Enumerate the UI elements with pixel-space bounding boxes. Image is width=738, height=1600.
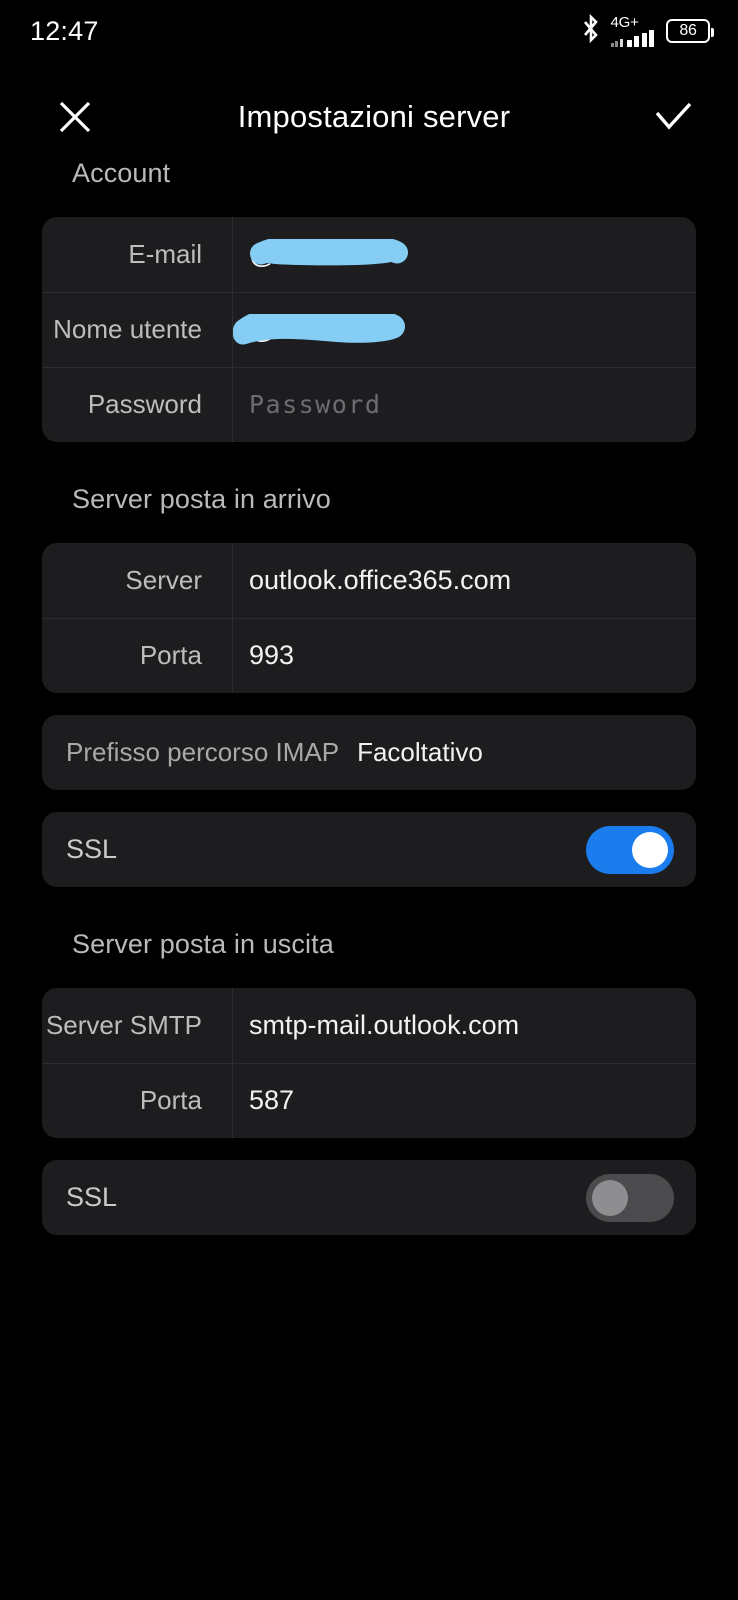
outgoing-server-card: Server SMTP smtp-mail.outlook.com Porta … [42, 988, 696, 1138]
row-label-smtp-server: Server SMTP [42, 1010, 232, 1041]
account-card: E-mail @live.it Nome utente [42, 217, 696, 442]
imap-prefix-card[interactable]: Prefisso percorso IMAP Facoltativo [42, 715, 696, 790]
row-value-username[interactable]: @live.it [232, 314, 696, 345]
row-smtp-server[interactable]: Server SMTP smtp-mail.outlook.com [42, 988, 696, 1063]
row-column-divider [232, 367, 233, 442]
signal-strength-icon [611, 30, 655, 47]
settings-content: Account E-mail @live.it [0, 158, 738, 1235]
confirm-button[interactable] [630, 76, 716, 158]
row-value-incoming-server[interactable]: outlook.office365.com [232, 565, 696, 596]
row-outgoing-ssl[interactable]: SSL [42, 1160, 696, 1235]
row-label-incoming-port: Porta [42, 640, 232, 671]
status-icon-group: 4G+ 86 [580, 14, 711, 49]
row-value-email[interactable]: @live.it [232, 239, 696, 270]
status-bar: 12:47 4G+ 86 [0, 0, 738, 62]
check-icon [649, 96, 697, 138]
bluetooth-icon [580, 14, 602, 49]
close-button[interactable] [32, 76, 118, 158]
row-column-divider [232, 1063, 233, 1138]
incoming-ssl-card: SSL [42, 812, 696, 887]
incoming-ssl-toggle[interactable] [586, 826, 674, 874]
row-password[interactable]: Password Password [42, 367, 696, 442]
battery-level-label: 86 [679, 23, 696, 39]
row-email[interactable]: E-mail @live.it [42, 217, 696, 292]
row-incoming-ssl[interactable]: SSL [42, 812, 696, 887]
row-column-divider [232, 988, 233, 1063]
outgoing-ssl-label: SSL [66, 1182, 117, 1213]
row-value-smtp-server[interactable]: smtp-mail.outlook.com [232, 1010, 696, 1041]
row-column-divider [232, 292, 233, 367]
row-label-email: E-mail [42, 239, 232, 270]
network-status: 4G+ [611, 15, 655, 47]
row-smtp-port[interactable]: Porta 587 [42, 1063, 696, 1138]
outgoing-ssl-card: SSL [42, 1160, 696, 1235]
row-label-username: Nome utente [42, 314, 232, 345]
row-value-smtp-port[interactable]: 587 [232, 1085, 696, 1116]
phone-screen: 12:47 4G+ 86 Imp [0, 0, 738, 1600]
row-value-incoming-port[interactable]: 993 [232, 640, 696, 671]
imap-prefix-value[interactable]: Facoltativo [357, 737, 483, 768]
row-incoming-server[interactable]: Server outlook.office365.com [42, 543, 696, 618]
status-time: 12:47 [30, 16, 99, 47]
row-column-divider [232, 217, 233, 292]
battery-icon: 86 [666, 19, 710, 43]
section-title-incoming: Server posta in arrivo [0, 484, 738, 515]
row-username[interactable]: Nome utente @live.it [42, 292, 696, 367]
row-imap-prefix[interactable]: Prefisso percorso IMAP Facoltativo [42, 715, 696, 790]
row-column-divider [232, 618, 233, 693]
row-incoming-port[interactable]: Porta 993 [42, 618, 696, 693]
redacted-email-value: @live.it [249, 239, 338, 270]
section-title-outgoing: Server posta in uscita [0, 929, 738, 960]
incoming-ssl-label: SSL [66, 834, 117, 865]
toggle-knob [592, 1180, 628, 1216]
incoming-server-card: Server outlook.office365.com Porta 993 [42, 543, 696, 693]
password-input[interactable]: Password [232, 390, 696, 419]
network-type-label: 4G+ [611, 15, 639, 30]
outgoing-ssl-toggle[interactable] [586, 1174, 674, 1222]
row-column-divider [232, 543, 233, 618]
toggle-knob [632, 832, 668, 868]
email-domain-text: @live.it [249, 239, 338, 270]
row-label-incoming-server: Server [42, 565, 232, 596]
app-bar: Impostazioni server [0, 76, 738, 158]
redacted-username-value: @live.it [249, 314, 338, 345]
imap-prefix-label: Prefisso percorso IMAP [66, 737, 339, 768]
close-icon [54, 96, 96, 138]
page-title: Impostazioni server [118, 99, 630, 135]
username-domain-text: @live.it [249, 314, 338, 345]
section-title-account: Account [0, 158, 738, 189]
row-label-password: Password [42, 389, 232, 420]
row-label-smtp-port: Porta [42, 1085, 232, 1116]
